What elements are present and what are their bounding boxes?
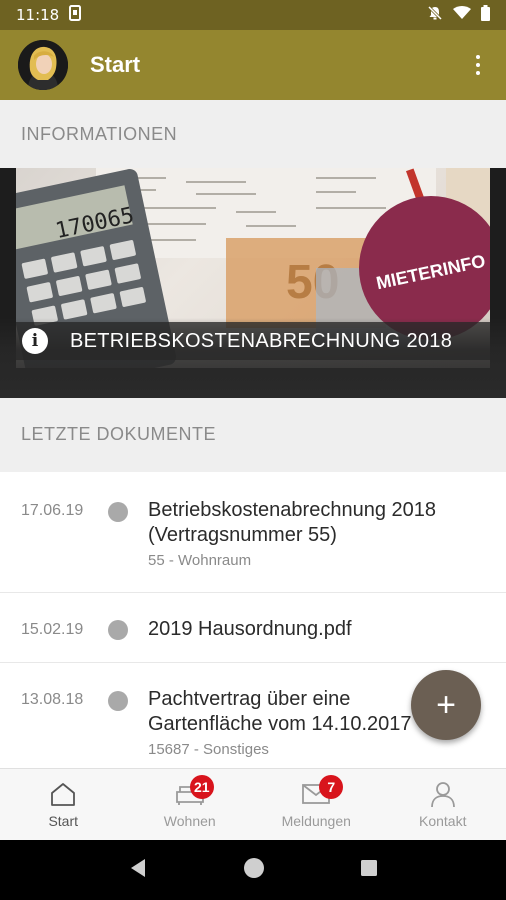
section-header-letzte-dokumente: LETZTE DOKUMENTE: [0, 400, 506, 472]
bottom-nav: Start 21 Wohnen 7 Meldungen Kontakt: [0, 768, 506, 840]
nav-item-start[interactable]: Start: [0, 769, 127, 840]
nav-item-kontakt[interactable]: Kontakt: [380, 769, 506, 840]
status-bar: 11:18: [0, 0, 506, 30]
nav-label: Meldungen: [281, 813, 351, 829]
doc-date: 17.06.19: [21, 502, 84, 519]
status-dot-icon: [108, 502, 128, 522]
avatar[interactable]: [18, 40, 68, 90]
status-dot-icon: [108, 691, 128, 711]
back-icon[interactable]: [127, 857, 149, 884]
mail-icon: 7: [301, 775, 344, 809]
doc-subtitle: 15687 - Sonstiges: [148, 741, 269, 758]
doc-subtitle: 55 - Wohnraum: [148, 552, 252, 569]
page-title: Start: [90, 52, 141, 77]
add-button[interactable]: +: [411, 670, 481, 740]
nav-item-meldungen[interactable]: 7 Meldungen: [253, 769, 380, 840]
doc-title: 2019 Hausordnung.pdf: [148, 618, 352, 640]
add-icon: +: [436, 685, 456, 724]
nav-item-wohnen[interactable]: 21 Wohnen: [127, 769, 254, 840]
app-bar: Start: [0, 30, 506, 100]
list-item[interactable]: 15.02.19 2019 Hausordnung.pdf: [0, 593, 506, 663]
status-dot-icon: [108, 620, 128, 640]
doc-date: 13.08.18: [21, 691, 84, 708]
home-icon: [49, 779, 77, 809]
person-icon: [429, 779, 457, 809]
sofa-icon: 21: [174, 775, 214, 809]
nav-label: Wohnen: [163, 813, 216, 829]
sim-icon: [69, 4, 82, 26]
system-nav-bar: [0, 840, 506, 900]
nav-label: Start: [48, 813, 79, 829]
status-time: 11:18: [16, 6, 60, 24]
list-item[interactable]: 17.06.19 Betriebskostenabrechnung 2018 (…: [0, 472, 506, 593]
info-icon: i: [22, 328, 48, 354]
info-banner[interactable]: 50 170065 MIETERINFO: [0, 168, 506, 398]
doc-title: Betriebskostenabrechnung 2018 (Vertragsn…: [148, 499, 436, 546]
battery-icon: [481, 4, 490, 26]
home-circle-icon[interactable]: [242, 856, 266, 885]
banner-caption-text: BETRIEBSKOSTENABRECHNUNG 2018: [70, 329, 453, 352]
mute-icon: [427, 5, 443, 26]
section-header-informationen: INFORMATIONEN: [0, 100, 506, 170]
more-vert-icon[interactable]: [468, 50, 488, 80]
wifi-icon: [453, 5, 471, 25]
banner-caption[interactable]: i BETRIEBSKOSTENABRECHNUNG 2018: [16, 322, 490, 360]
doc-date: 15.02.19: [21, 621, 84, 638]
notification-badge: 7: [319, 775, 344, 799]
notification-badge: 21: [189, 775, 214, 799]
recents-icon[interactable]: [359, 858, 379, 883]
nav-label: Kontakt: [419, 813, 467, 829]
